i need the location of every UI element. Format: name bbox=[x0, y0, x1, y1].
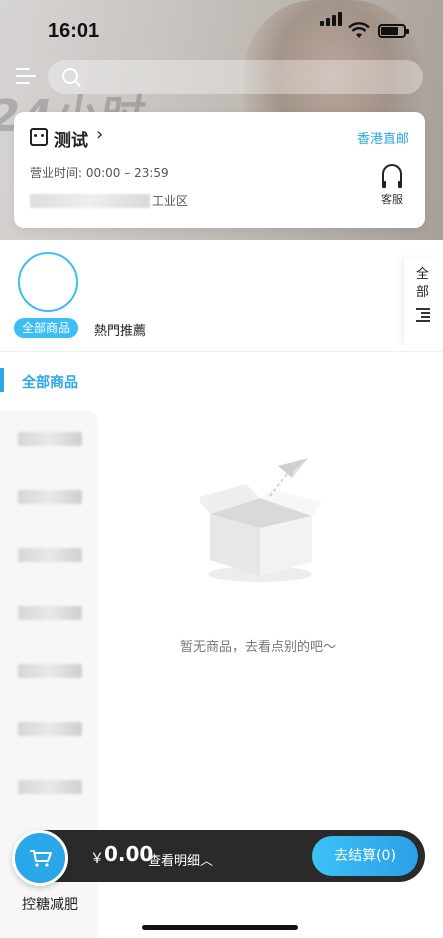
view-details-link[interactable]: 查看明细︿ bbox=[148, 850, 213, 869]
search-input[interactable] bbox=[48, 60, 423, 94]
chevron-right-icon[interactable]: › bbox=[96, 124, 103, 145]
store-address-blurred bbox=[30, 194, 150, 208]
category-chip-all[interactable]: 全部商品 bbox=[14, 318, 79, 338]
all-categories-toggle[interactable]: 全部 bbox=[403, 258, 443, 344]
collapse-list-icon bbox=[416, 308, 430, 322]
sidebar-item[interactable] bbox=[18, 606, 82, 620]
currency-symbol: ￥ bbox=[90, 851, 104, 867]
all-categories-label: 全部 bbox=[416, 267, 430, 300]
cart-button[interactable] bbox=[12, 830, 68, 886]
store-icon bbox=[30, 128, 48, 146]
search-icon bbox=[62, 68, 78, 84]
store-address: 工业区 bbox=[152, 194, 189, 208]
battery-icon bbox=[378, 24, 409, 38]
sidebar-item-diet[interactable]: 控糖减肥 bbox=[22, 894, 78, 914]
battery-level bbox=[381, 27, 398, 35]
sidebar-item[interactable] bbox=[18, 722, 82, 736]
store-hq-label: 香港直邮 bbox=[356, 132, 409, 147]
status-bar: 16:01 bbox=[0, 0, 443, 60]
store-name[interactable]: 测试 bbox=[54, 126, 88, 151]
section-title[interactable]: 全部商品 bbox=[22, 372, 78, 392]
menu-icon[interactable] bbox=[16, 66, 38, 86]
empty-box-illustration bbox=[200, 458, 322, 582]
sidebar-item[interactable] bbox=[18, 664, 82, 678]
category-image[interactable] bbox=[18, 252, 78, 312]
store-card[interactable]: 测试 › 香港直邮 营业时间: 00:00 – 23:59 工业区 客服 bbox=[14, 112, 425, 228]
customer-service-button[interactable]: 客服 bbox=[377, 164, 407, 207]
status-time: 16:01 bbox=[48, 20, 100, 42]
store-hours: 营业时间: 00:00 – 23:59 bbox=[30, 166, 169, 180]
checkout-button[interactable]: 去结算(0) bbox=[312, 836, 418, 876]
wifi-icon bbox=[348, 22, 370, 38]
sidebar-item[interactable] bbox=[18, 432, 82, 446]
customer-service-label: 客服 bbox=[381, 193, 403, 206]
empty-state-text: 暂无商品，去看点别的吧～ bbox=[180, 640, 337, 655]
section-indicator bbox=[0, 368, 4, 392]
cart-icon bbox=[30, 850, 52, 867]
home-indicator bbox=[142, 925, 298, 930]
sidebar-item[interactable] bbox=[18, 548, 82, 562]
cart-total: 0.00 bbox=[104, 842, 154, 866]
headset-icon bbox=[382, 164, 402, 188]
sidebar-item[interactable] bbox=[18, 780, 82, 794]
category-hot[interactable]: 熱門推薦 bbox=[94, 320, 146, 339]
category-row: 全部商品 熱門推薦 全部 bbox=[0, 240, 443, 352]
sidebar-item[interactable] bbox=[18, 490, 82, 504]
